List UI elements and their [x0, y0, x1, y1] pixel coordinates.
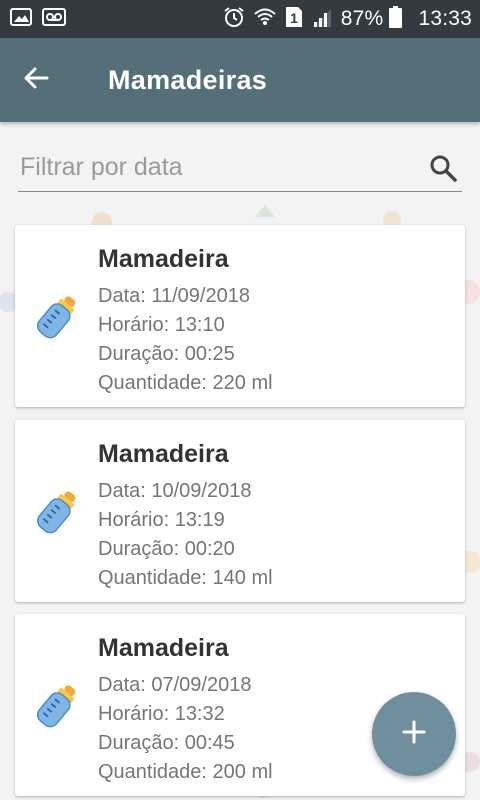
- signal-icon: [311, 7, 333, 32]
- entry-title: Mamadeira: [98, 440, 229, 468]
- date-filter-input[interactable]: [18, 145, 426, 190]
- list-item[interactable]: Mamadeira Data: 10/09/2018 Horário: 13:1…: [15, 420, 465, 602]
- entry-time: Horário: 13:19: [98, 509, 225, 531]
- arrow-back-icon: [23, 66, 49, 95]
- add-entry-button[interactable]: [372, 692, 456, 776]
- gallery-notification-icon: [10, 7, 32, 31]
- list-item[interactable]: Mamadeira Data: 11/09/2018 Horário: 13:1…: [15, 225, 465, 407]
- baby-bottle-icon: [33, 293, 81, 341]
- entry-title: Mamadeira: [98, 245, 229, 273]
- app-bar: Mamadeiras: [0, 38, 480, 122]
- page-title: Mamadeiras: [108, 64, 268, 95]
- alarm-icon: [223, 6, 245, 33]
- clock: 13:33: [418, 7, 472, 30]
- sim-icon: 1: [285, 6, 303, 33]
- entry-quantity: Quantidade: 200 ml: [98, 761, 273, 783]
- entry-time: Horário: 13:10: [98, 314, 225, 336]
- entry-quantity: Quantidade: 140 ml: [98, 567, 273, 589]
- status-bar: 1 87% 13:33: [0, 0, 480, 38]
- baby-bottle-icon: [33, 488, 81, 536]
- entry-duration: Duração: 00:20: [98, 538, 235, 560]
- search-icon[interactable]: [426, 151, 460, 185]
- entry-quantity: Quantidade: 220 ml: [98, 372, 273, 394]
- back-button[interactable]: [0, 38, 72, 122]
- battery-icon: [389, 5, 403, 33]
- entry-duration: Duração: 00:25: [98, 343, 235, 365]
- entry-time: Horário: 13:32: [98, 703, 225, 725]
- baby-bottle-icon: [33, 682, 81, 730]
- voicemail-icon: [42, 7, 66, 31]
- entry-title: Mamadeira: [98, 634, 229, 662]
- sim-label: 1: [290, 10, 298, 26]
- plus-icon: [401, 719, 427, 750]
- entry-date: Data: 11/09/2018: [98, 285, 250, 307]
- battery-percent: 87%: [340, 7, 384, 30]
- date-filter: [18, 144, 462, 192]
- entry-duration: Duração: 00:45: [98, 732, 235, 754]
- entry-date: Data: 10/09/2018: [98, 480, 252, 502]
- wifi-icon: [253, 6, 277, 33]
- entry-date: Data: 07/09/2018: [98, 674, 252, 696]
